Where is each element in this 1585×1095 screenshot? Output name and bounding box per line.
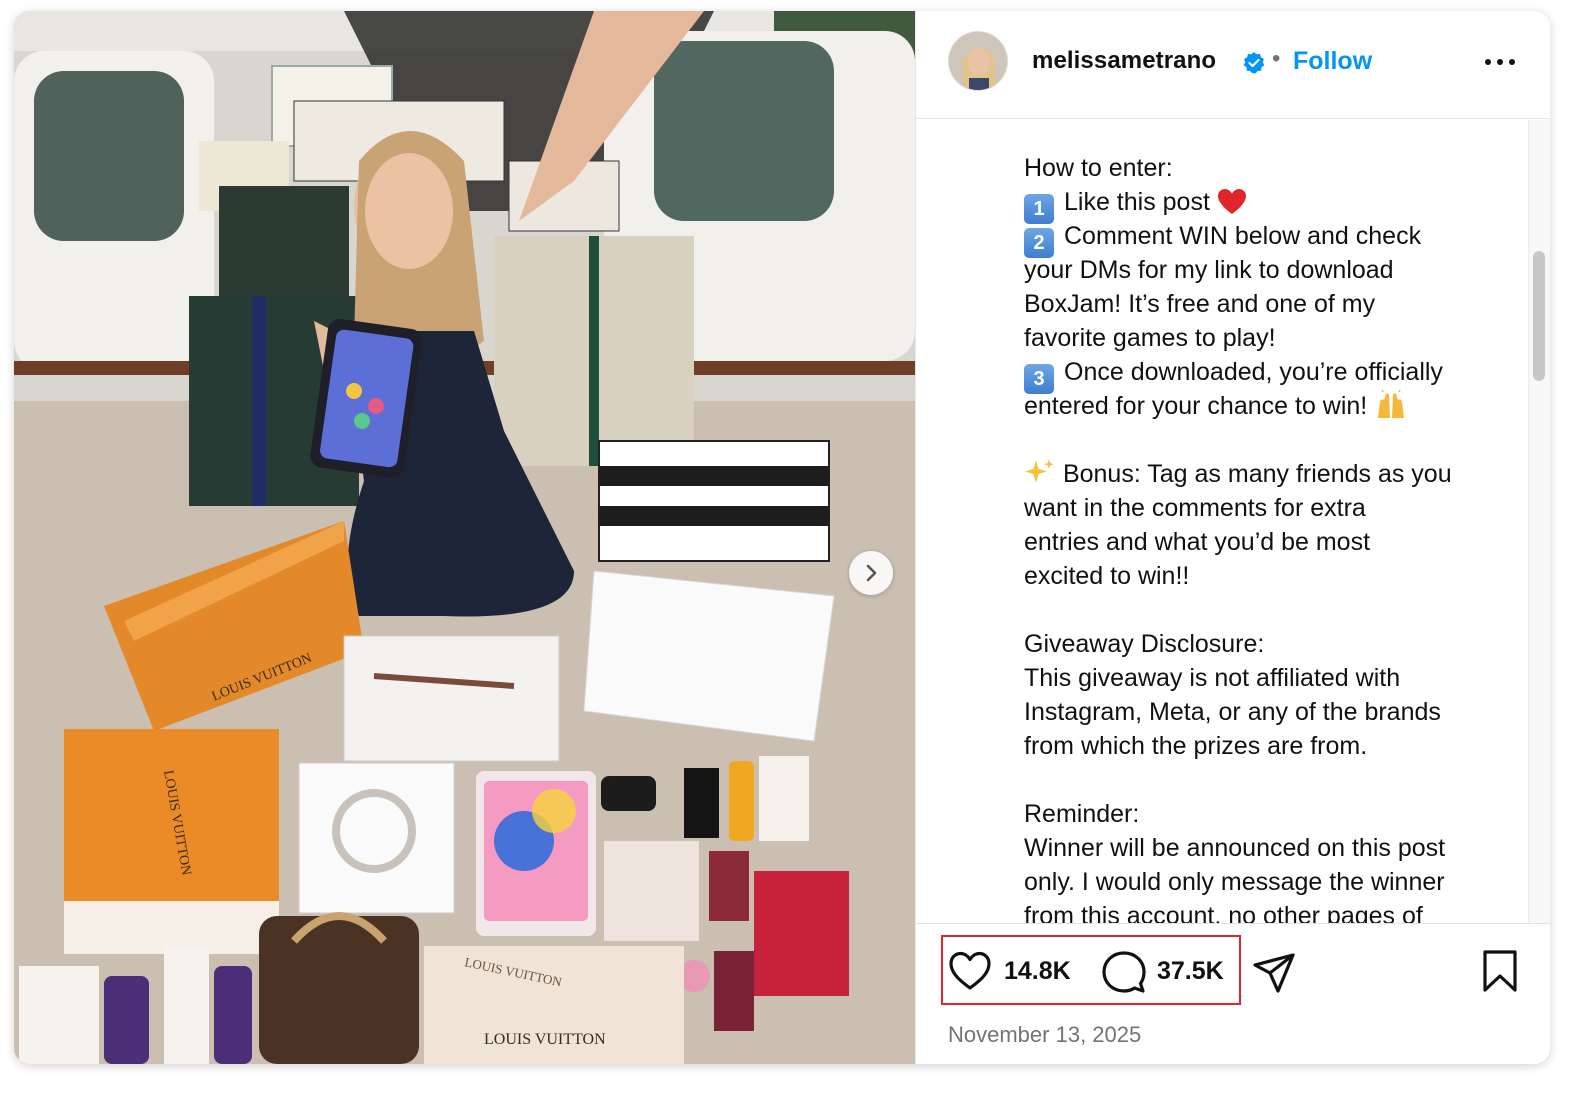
more-horizontal-icon[interactable] — [1482, 52, 1518, 72]
caption-step-2: 2 Comment WIN below and check — [1024, 219, 1514, 258]
caption-line: your DMs for my link to download — [1024, 256, 1394, 284]
header-separator: • — [1272, 45, 1281, 72]
caption-line: want in the comments for extra — [1024, 494, 1366, 522]
chevron-right-icon — [866, 564, 877, 582]
next-slide-button[interactable] — [849, 551, 893, 595]
caption-bonus-text: Bonus: Tag as many friends as you — [1062, 460, 1452, 488]
caption-line: from which the prizes are from. — [1024, 732, 1368, 760]
avatar[interactable] — [948, 31, 1008, 91]
caption-step-3-text: Once downloaded, you’re officially — [1064, 358, 1443, 386]
caption-line: Giveaway Disclosure: — [1024, 630, 1265, 658]
caption-line: excited to win!! — [1024, 562, 1190, 590]
red-heart-icon — [1217, 189, 1246, 214]
paper-plane-icon[interactable] — [1252, 951, 1296, 995]
caption-line: entries and what you’d be most — [1024, 528, 1371, 556]
caption-line: Instagram, Meta, or any of the brands — [1024, 698, 1441, 726]
like-count[interactable]: 14.8K — [1004, 957, 1071, 986]
post-image[interactable]: LOUIS VUITTON LOUIS VUITTON LOUIS VUITTO… — [14, 11, 915, 1064]
caption-step-1: 1 Like this post — [1024, 185, 1514, 224]
caption-line: Reminder: — [1024, 800, 1140, 828]
post-details-panel: melissametrano • Follow How to enter: 1L… — [915, 11, 1550, 1064]
caption-line: BoxJam! It’s free and one of my — [1024, 290, 1376, 318]
sparkles-icon — [1025, 459, 1054, 483]
post-actions-bar: 14.8K 37.5K November 13, 2025 — [916, 923, 1550, 1064]
comment-bubble-icon[interactable] — [1102, 950, 1146, 994]
caption-step-2-text: Comment WIN below and check — [1064, 222, 1422, 250]
caption-line: This giveaway is not affiliated with — [1024, 664, 1401, 692]
caption-line-with-emoji: entered for your chance to win! — [1024, 389, 1514, 423]
caption-step-1-text: Like this post — [1064, 188, 1210, 216]
username[interactable]: melissametrano — [1032, 47, 1216, 75]
follow-button[interactable]: Follow — [1293, 47, 1372, 76]
dustbag-logo-text: LOUIS VUITTON — [484, 1031, 606, 1048]
verified-badge-icon — [1243, 52, 1265, 74]
caption-bonus: Bonus: Tag as many friends as you — [1024, 457, 1514, 491]
caption-gap — [1024, 593, 1514, 627]
post-header: melissametrano • Follow — [916, 11, 1550, 119]
caption-step-3: 3 Once downloaded, you’re officially — [1024, 355, 1514, 394]
post-photo-illustration: LOUIS VUITTON LOUIS VUITTON LOUIS VUITTO… — [14, 11, 915, 1064]
caption-line: only. I would only message the winner — [1024, 868, 1445, 896]
caption-line-text: entered for your chance to win! — [1024, 392, 1368, 420]
heart-icon[interactable] — [948, 950, 992, 992]
caption-gap — [1024, 423, 1514, 457]
caption-gap — [1024, 763, 1514, 797]
caption-line: from this account, no other pages of — [1024, 902, 1423, 923]
scrollbar-track[interactable] — [1528, 120, 1550, 923]
avatar-image — [949, 32, 1007, 90]
bookmark-icon[interactable] — [1481, 949, 1519, 993]
post-caption: How to enter: 1 Like this post 2 Comment W… — [1024, 151, 1514, 923]
scrollbar-thumb[interactable] — [1533, 251, 1545, 381]
instagram-post-card: LOUIS VUITTON LOUIS VUITTON LOUIS VUITTO… — [14, 11, 1550, 1064]
comment-count[interactable]: 37.5K — [1157, 957, 1224, 986]
caption-line: Winner will be announced on this post — [1024, 834, 1446, 862]
caption-line: favorite games to play! — [1024, 324, 1276, 352]
post-date: November 13, 2025 — [948, 1022, 1142, 1047]
caption-line: How to enter: — [1024, 154, 1173, 182]
caption-scroll-area[interactable]: How to enter: 1 Like this post 2 Comment W… — [916, 120, 1550, 923]
raised-hands-icon — [1378, 390, 1405, 418]
